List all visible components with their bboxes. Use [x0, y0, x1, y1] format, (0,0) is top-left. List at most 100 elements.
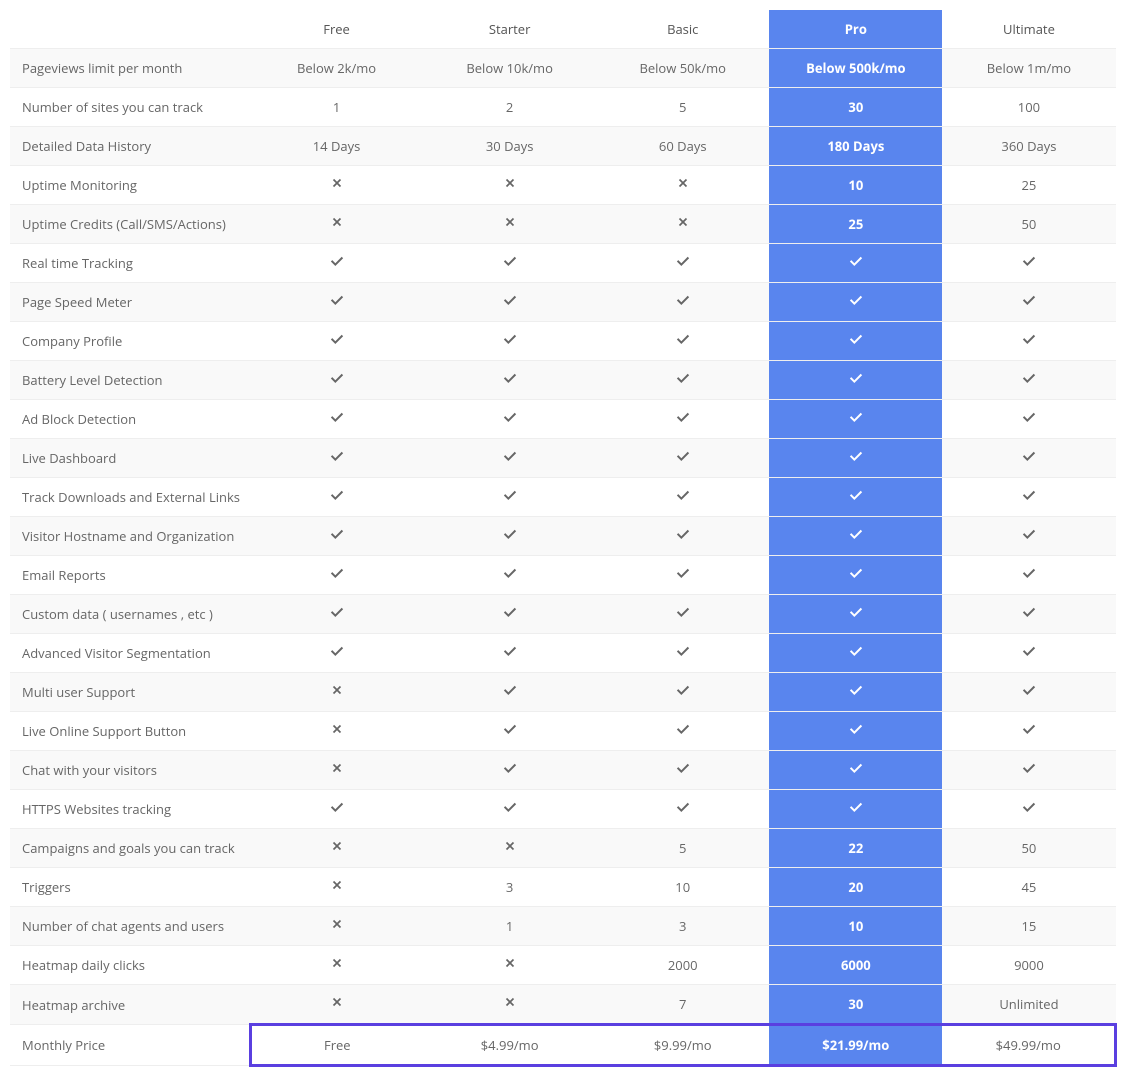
feature-label: Number of sites you can track — [10, 88, 250, 127]
price-cell: $9.99/mo — [596, 1025, 769, 1066]
feature-row: Track Downloads and External Links — [10, 478, 1116, 517]
check-icon — [676, 722, 690, 736]
check-icon — [503, 605, 517, 619]
feature-cell — [942, 478, 1115, 517]
feature-cell — [596, 673, 769, 712]
check-icon — [503, 644, 517, 658]
feature-label: Number of chat agents and users — [10, 907, 250, 946]
feature-cell — [596, 751, 769, 790]
check-icon — [330, 293, 344, 307]
feature-row: Heatmap archive730Unlimited — [10, 985, 1116, 1025]
feature-cell: 7 — [596, 985, 769, 1025]
feature-label: Track Downloads and External Links — [10, 478, 250, 517]
feature-cell — [423, 322, 596, 361]
check-icon — [503, 488, 517, 502]
price-cell: $49.99/mo — [942, 1025, 1115, 1066]
feature-cell — [942, 400, 1115, 439]
feature-cell — [769, 244, 942, 283]
check-icon — [503, 761, 517, 775]
feature-cell — [423, 556, 596, 595]
feature-cell: 20 — [769, 868, 942, 907]
feature-cell: 14 Days — [250, 127, 423, 166]
feature-label: Live Online Support Button — [10, 712, 250, 751]
feature-cell — [423, 361, 596, 400]
check-icon — [1022, 644, 1036, 658]
check-icon — [1022, 254, 1036, 268]
feature-cell — [423, 283, 596, 322]
check-icon — [676, 566, 690, 580]
feature-cell — [423, 205, 596, 244]
feature-cell: 25 — [942, 166, 1115, 205]
feature-cell: 15 — [942, 907, 1115, 946]
feature-row: Chat with your visitors — [10, 751, 1116, 790]
feature-cell: 1 — [423, 907, 596, 946]
feature-label: Real time Tracking — [10, 244, 250, 283]
check-icon — [676, 254, 690, 268]
feature-cell — [942, 244, 1115, 283]
feature-cell — [596, 361, 769, 400]
check-icon — [503, 527, 517, 541]
x-icon — [503, 215, 517, 229]
feature-cell — [942, 634, 1115, 673]
check-icon — [1022, 488, 1036, 502]
pricing-comparison-table: Free Starter Basic Pro Ultimate Pageview… — [10, 10, 1117, 1067]
feature-cell — [423, 673, 596, 712]
feature-label: Multi user Support — [10, 673, 250, 712]
feature-cell — [596, 400, 769, 439]
feature-cell: Below 2k/mo — [250, 49, 423, 88]
feature-row: Uptime Credits (Call/SMS/Actions)2550 — [10, 205, 1116, 244]
check-icon — [676, 332, 690, 346]
feature-row: Heatmap daily clicks200060009000 — [10, 946, 1116, 985]
check-icon — [849, 293, 863, 307]
feature-cell: 5 — [596, 88, 769, 127]
check-icon — [1022, 293, 1036, 307]
feature-cell — [769, 751, 942, 790]
x-icon — [330, 878, 344, 892]
x-icon — [503, 995, 517, 1009]
feature-cell — [250, 985, 423, 1025]
price-cell: Free — [250, 1025, 423, 1066]
feature-label: Email Reports — [10, 556, 250, 595]
check-icon — [330, 371, 344, 385]
plan-header: Starter — [423, 10, 596, 49]
feature-cell: 360 Days — [942, 127, 1115, 166]
feature-row: Number of sites you can track12530100 — [10, 88, 1116, 127]
feature-cell: 60 Days — [596, 127, 769, 166]
x-icon — [330, 839, 344, 853]
feature-cell — [423, 985, 596, 1025]
feature-row: Pageviews limit per monthBelow 2k/moBelo… — [10, 49, 1116, 88]
check-icon — [849, 527, 863, 541]
feature-label: Page Speed Meter — [10, 283, 250, 322]
feature-label: Campaigns and goals you can track — [10, 829, 250, 868]
check-icon — [849, 800, 863, 814]
feature-cell — [942, 712, 1115, 751]
price-row: Monthly Price Free $4.99/mo $9.99/mo $21… — [10, 1025, 1116, 1066]
feature-cell — [250, 634, 423, 673]
feature-row: Company Profile — [10, 322, 1116, 361]
feature-cell — [250, 556, 423, 595]
check-icon — [849, 488, 863, 502]
feature-label: Chat with your visitors — [10, 751, 250, 790]
check-icon — [849, 332, 863, 346]
feature-cell — [250, 868, 423, 907]
check-icon — [676, 761, 690, 775]
feature-cell — [250, 322, 423, 361]
feature-cell — [596, 283, 769, 322]
feature-cell: 30 — [769, 88, 942, 127]
feature-label: Ad Block Detection — [10, 400, 250, 439]
feature-row: Multi user Support — [10, 673, 1116, 712]
feature-cell — [769, 439, 942, 478]
feature-label: Visitor Hostname and Organization — [10, 517, 250, 556]
feature-cell: 10 — [596, 868, 769, 907]
feature-label: Heatmap archive — [10, 985, 250, 1025]
x-icon — [330, 995, 344, 1009]
feature-cell — [769, 478, 942, 517]
feature-cell — [250, 166, 423, 205]
check-icon — [676, 644, 690, 658]
check-icon — [676, 410, 690, 424]
feature-cell — [250, 361, 423, 400]
feature-cell: 100 — [942, 88, 1115, 127]
feature-row: Triggers3102045 — [10, 868, 1116, 907]
check-icon — [676, 683, 690, 697]
plan-header-row: Free Starter Basic Pro Ultimate — [10, 10, 1116, 49]
